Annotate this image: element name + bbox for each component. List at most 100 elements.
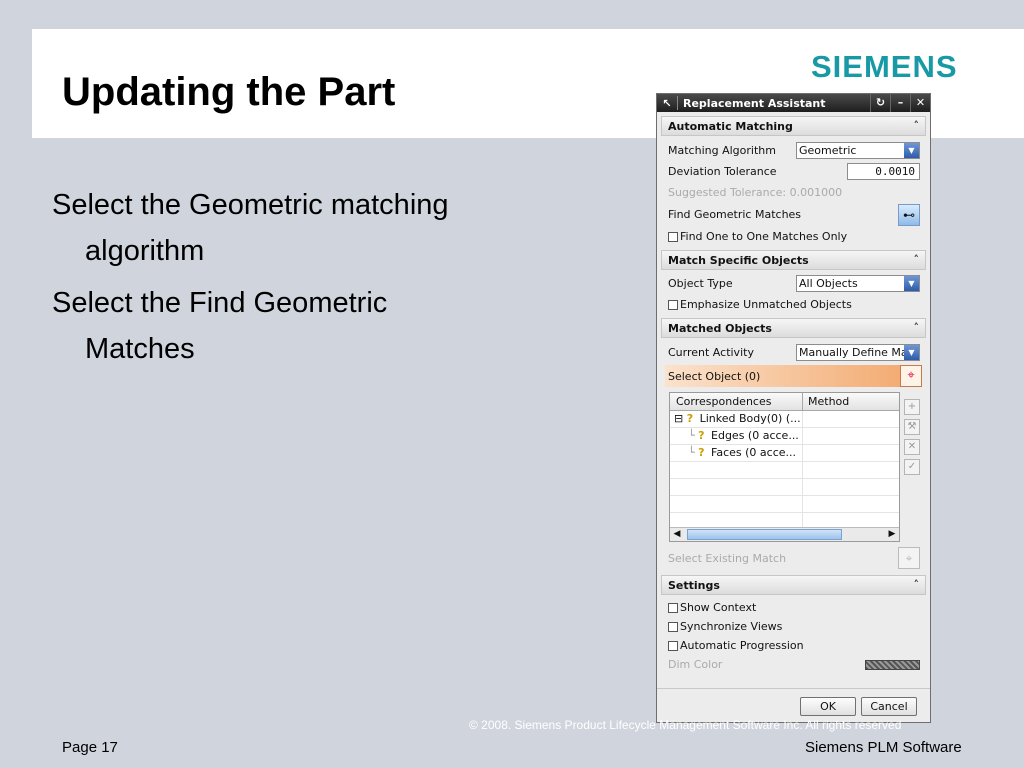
section-title: Automatic Matching xyxy=(668,119,793,133)
select-existing-label: Select Existing Match xyxy=(668,551,787,565)
tree-connector: └ xyxy=(688,446,695,459)
question-icon: ? xyxy=(698,429,705,442)
current-activity-select[interactable]: Manually Define Match ▼ xyxy=(796,344,920,361)
object-type-select[interactable]: All Objects ▼ xyxy=(796,275,920,292)
crosshair-icon[interactable]: ⌖ xyxy=(900,365,922,387)
matching-algorithm-select[interactable]: Geometric ▼ xyxy=(796,142,920,159)
match-specific-header[interactable]: Match Specific Objects ˄ xyxy=(661,250,926,270)
page-number: Page 17 xyxy=(62,739,118,756)
dim-color-label: Dim Color xyxy=(668,658,723,671)
select-value: All Objects xyxy=(799,277,858,290)
footer-brand: Siemens PLM Software xyxy=(805,739,962,756)
correspondences-table: Correspondences Method ⊟ ? Linked Body(0… xyxy=(669,392,900,542)
horizontal-scrollbar[interactable]: ◀ ▶ xyxy=(670,527,899,541)
bullet-list: Select the Geometric matching algorithm … xyxy=(52,182,472,378)
slide-title: Updating the Part xyxy=(62,70,396,114)
find-geometric-matches-label: Find Geometric Matches xyxy=(668,208,802,221)
reset-icon[interactable]: ↻ xyxy=(870,94,890,112)
scroll-thumb[interactable] xyxy=(687,529,842,540)
dim-color-row: Dim Color xyxy=(657,655,930,674)
select-existing-row: Select Existing Match ⌖ xyxy=(657,546,930,570)
copyright-text: © 2008. Siemens Product Lifecycle Manage… xyxy=(469,718,902,732)
matched-objects-header[interactable]: Matched Objects ˄ xyxy=(661,318,926,338)
collapse-icon[interactable]: ˄ xyxy=(914,578,920,591)
object-type-label: Object Type xyxy=(668,277,733,290)
sync-views-row: Synchronize Views xyxy=(657,617,930,636)
section-title: Match Specific Objects xyxy=(668,253,809,267)
dialog-title: Replacement Assistant xyxy=(683,96,826,110)
one-to-one-label: Find One to One Matches Only xyxy=(680,230,848,243)
section-title: Matched Objects xyxy=(668,321,772,335)
collapse-tree-icon[interactable]: ⊟ xyxy=(674,412,683,425)
scroll-right-icon[interactable]: ▶ xyxy=(885,528,899,541)
cancel-button[interactable]: Cancel xyxy=(861,697,917,716)
table-row[interactable]: ⊟ ? Linked Body(0) (... xyxy=(670,411,899,428)
matching-algorithm-label: Matching Algorithm xyxy=(668,144,776,157)
auto-progression-checkbox[interactable] xyxy=(668,640,678,651)
dropdown-arrow-icon[interactable]: ▼ xyxy=(904,143,919,158)
row-label: Linked Body(0) (... xyxy=(699,412,801,425)
show-context-checkbox[interactable] xyxy=(668,602,678,613)
table-row[interactable]: └ ? Edges (0 acce... xyxy=(670,428,899,445)
collapse-icon[interactable]: ˄ xyxy=(914,119,920,132)
select-value: Manually Define Match xyxy=(799,346,920,359)
current-activity-label: Current Activity xyxy=(668,346,754,359)
close-icon[interactable]: ✕ xyxy=(910,94,930,112)
current-activity-row: Current Activity Manually Define Match ▼ xyxy=(657,342,930,363)
row-method xyxy=(803,411,899,427)
auto-progression-row: Automatic Progression xyxy=(657,636,930,655)
row-method xyxy=(803,445,899,461)
delete-icon[interactable]: ✕ xyxy=(904,439,920,455)
empty-row xyxy=(670,496,899,513)
minimize-icon[interactable]: – xyxy=(890,94,910,112)
find-geometric-matches-row: Find Geometric Matches ⊷ xyxy=(657,203,930,226)
select-object-label: Select Object (0) xyxy=(668,369,761,383)
dialog-titlebar: ↖ Replacement Assistant ↻ – ✕ xyxy=(657,94,930,112)
collapse-icon[interactable]: ˄ xyxy=(914,253,920,266)
crosshair-icon: ⌖ xyxy=(905,551,913,565)
scroll-left-icon[interactable]: ◀ xyxy=(670,528,684,541)
sync-views-checkbox[interactable] xyxy=(668,621,678,632)
bullet-item: Select the Geometric matching algorithm xyxy=(52,189,449,267)
emphasize-checkbox[interactable] xyxy=(668,299,678,310)
tree-connector: └ xyxy=(688,429,695,442)
emphasize-row: Emphasize Unmatched Objects xyxy=(657,294,930,315)
accept-icon[interactable]: ✓ xyxy=(904,459,920,475)
deviation-tolerance-input[interactable]: 0.0010 xyxy=(847,163,920,180)
table-header: Correspondences Method xyxy=(670,393,899,411)
show-context-row: Show Context xyxy=(657,598,930,617)
column-header[interactable]: Correspondences xyxy=(670,393,803,410)
object-type-row: Object Type All Objects ▼ xyxy=(657,273,930,294)
suggested-tolerance-label: Suggested Tolerance: 0.001000 xyxy=(668,186,843,199)
wrench-icon[interactable]: ⚒ xyxy=(904,419,920,435)
dim-color-swatch[interactable] xyxy=(865,659,920,670)
bullet-item: Select the Find Geometric Matches xyxy=(52,287,388,365)
row-method xyxy=(803,428,899,444)
collapse-icon[interactable]: ˄ xyxy=(914,321,920,334)
automatic-matching-header[interactable]: Automatic Matching ˄ xyxy=(661,116,926,136)
row-label: Edges (0 acce... xyxy=(711,429,799,442)
table-tools: + ⚒ ✕ ✓ xyxy=(904,399,920,479)
row-label: Faces (0 acce... xyxy=(711,446,796,459)
column-header[interactable]: Method xyxy=(803,393,899,410)
siemens-logo: SIEMENS xyxy=(811,49,958,84)
select-object-row[interactable]: Select Object (0) ⌖ xyxy=(665,365,922,387)
find-matches-button[interactable]: ⊷ xyxy=(898,203,920,226)
sync-views-label: Synchronize Views xyxy=(680,620,783,633)
ok-button[interactable]: OK xyxy=(800,697,856,716)
suggested-tolerance-row: Suggested Tolerance: 0.001000 xyxy=(657,182,930,203)
dropdown-arrow-icon[interactable]: ▼ xyxy=(904,276,919,291)
emphasize-label: Emphasize Unmatched Objects xyxy=(680,298,852,311)
empty-row xyxy=(670,462,899,479)
select-value: Geometric xyxy=(799,144,857,157)
show-context-label: Show Context xyxy=(680,601,757,614)
select-existing-button[interactable]: ⌖ xyxy=(898,547,920,569)
section-title: Settings xyxy=(668,578,720,592)
arrow-cursor-icon[interactable]: ↖ xyxy=(657,97,677,110)
auto-progression-label: Automatic Progression xyxy=(680,639,804,652)
add-icon[interactable]: + xyxy=(904,399,920,415)
settings-header[interactable]: Settings ˄ xyxy=(661,575,926,595)
dropdown-arrow-icon[interactable]: ▼ xyxy=(904,345,919,360)
one-to-one-checkbox[interactable] xyxy=(668,231,678,242)
table-row[interactable]: └ ? Faces (0 acce... xyxy=(670,445,899,462)
